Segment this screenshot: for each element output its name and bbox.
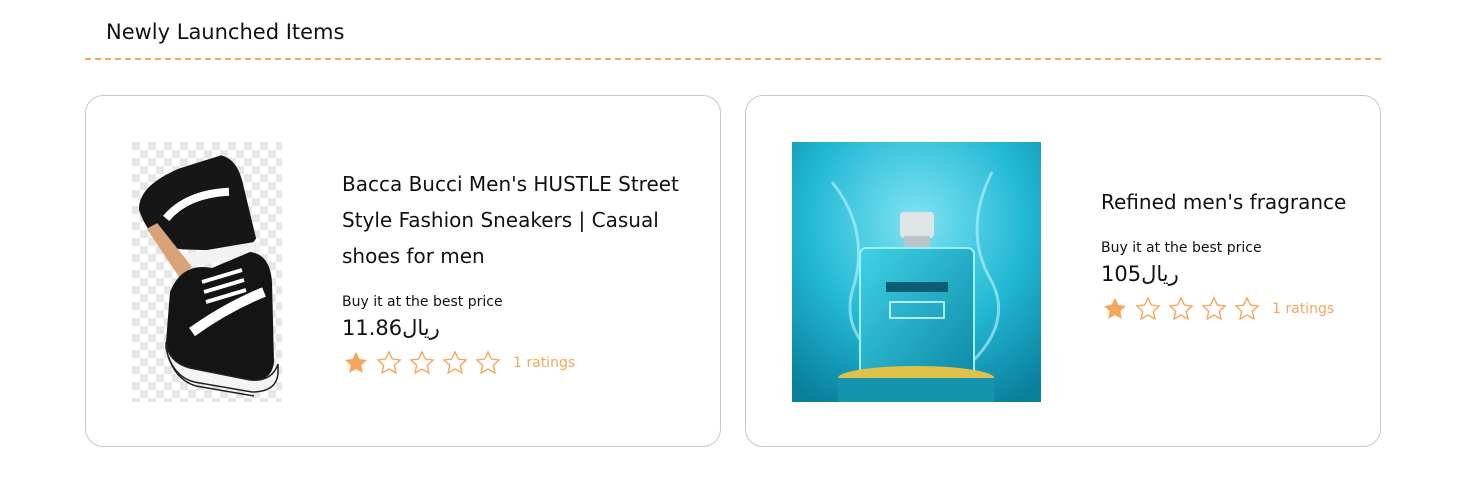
section-title: Newly Launched Items [106,20,345,44]
product-card[interactable]: Refined men's fragrance Buy it at the be… [745,95,1381,447]
section-header: Newly Launched Items [85,0,1381,60]
star-empty-icon [475,350,501,375]
sneaker-illustration [132,142,282,402]
product-price: 105ريال [1101,262,1179,286]
star-empty-icon [1201,296,1227,321]
star-rating: 1 ratings [342,348,682,378]
ratings-count: 1 ratings [513,355,576,371]
product-card[interactable]: Bacca Bucci Men's HUSTLE Street Style Fa… [85,95,721,447]
star-empty-icon [376,350,402,375]
product-info: Bacca Bucci Men's HUSTLE Street Style Fa… [342,166,682,378]
product-tagline: Buy it at the best price [1101,240,1262,256]
ratings-count: 1 ratings [1272,301,1335,317]
star-empty-icon [1234,296,1260,321]
star-empty-icon [1168,296,1194,321]
product-title[interactable]: Refined men's fragrance [1101,184,1351,220]
star-empty-icon [1135,296,1161,321]
star-filled-icon [344,351,368,373]
star-filled-icon [1103,297,1127,319]
sneaker-image[interactable] [132,142,282,402]
product-price: 11.86ريال [342,316,440,340]
star-empty-icon [442,350,468,375]
product-tagline: Buy it at the best price [342,294,503,310]
star-rating: 1 ratings [1101,294,1351,324]
product-info: Refined men's fragrance Buy it at the be… [1101,184,1351,324]
star-empty-icon [409,350,435,375]
newly-launched-section: Newly Launched Items Bacca Bucci Men's H… [0,0,1473,490]
perfume-illustration [792,142,1041,402]
perfume-bottle-image[interactable] [792,142,1041,402]
product-title[interactable]: Bacca Bucci Men's HUSTLE Street Style Fa… [342,166,682,274]
